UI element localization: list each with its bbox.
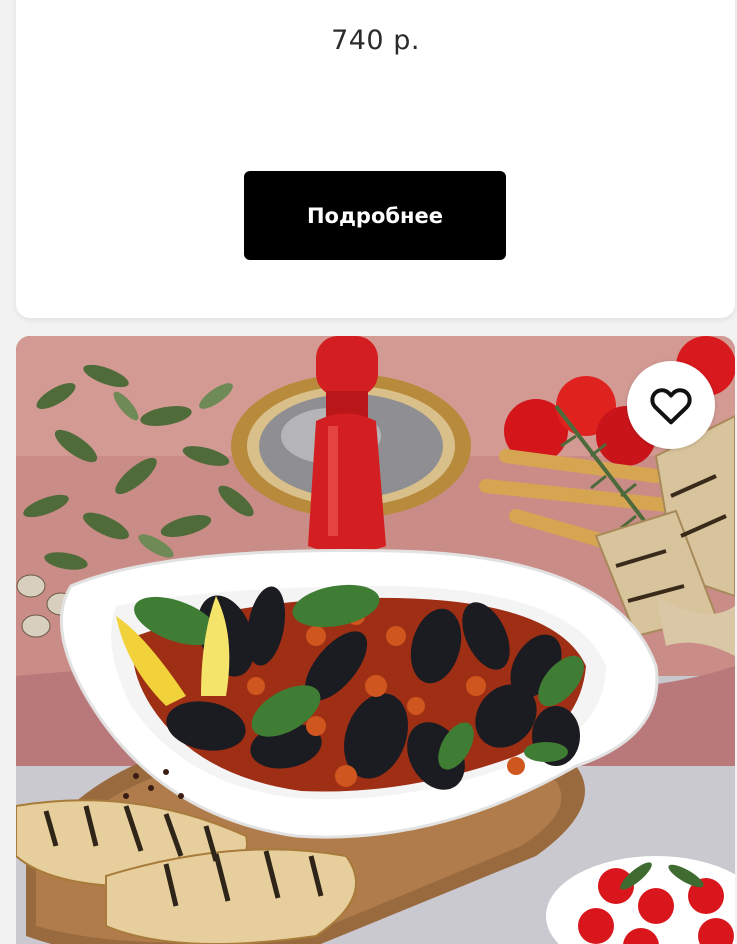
product-image[interactable] <box>16 336 735 944</box>
favorite-button[interactable] <box>627 361 715 449</box>
details-button[interactable]: Подробнее <box>244 171 506 260</box>
product-card: 740 р. Подробнее <box>16 0 735 318</box>
product-card[interactable] <box>16 336 735 944</box>
product-price: 740 р. <box>331 25 420 56</box>
product-list: 740 р. Подробнее <box>0 0 737 944</box>
heart-outline-icon <box>650 388 692 425</box>
